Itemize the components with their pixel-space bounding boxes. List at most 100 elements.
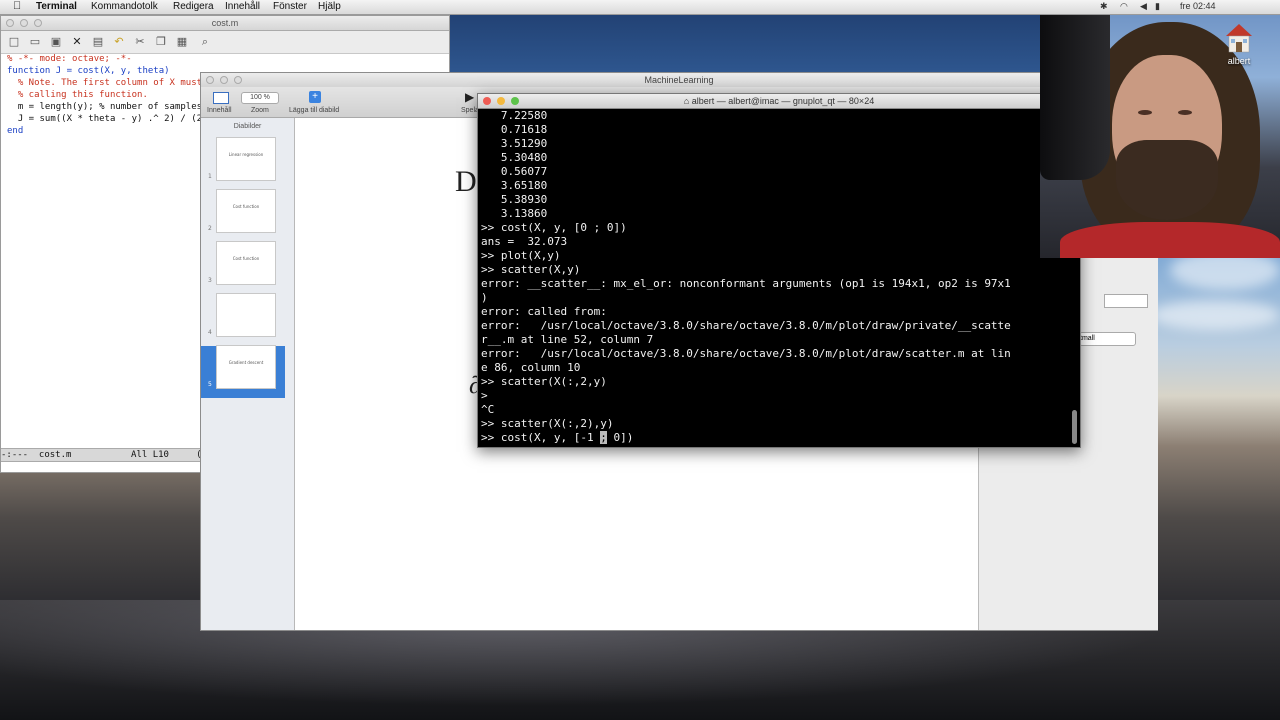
terminal-line: 0.71618 — [481, 123, 548, 136]
slide-thumbnail[interactable]: Linear regression — [216, 137, 276, 181]
view-label: Innehåll — [207, 107, 232, 114]
code-line: J = sum((X * theta - y) .^ 2) / (2 — [7, 114, 203, 124]
navigator-header: Diabilder — [233, 123, 262, 130]
terminal-line: > — [481, 389, 488, 402]
slide-partial-text: D — [455, 165, 477, 198]
terminal-window: ⌂ albert — albert@imac — gnuplot_qt — 80… — [477, 93, 1081, 448]
zoom-button[interactable] — [34, 19, 42, 27]
terminal-line: >> cost(X, y, [0 ; 0]) — [481, 221, 627, 234]
presenter-shirt — [1060, 222, 1280, 258]
terminal-line: 0.56077 — [481, 165, 548, 178]
save-as-icon[interactable]: ▤ — [91, 35, 105, 48]
zoom-select[interactable]: 100 % — [241, 92, 279, 104]
code-line: % calling this function. — [7, 90, 148, 100]
terminal-line: 7.22580 — [481, 109, 548, 122]
zoom-label: Zoom — [251, 107, 269, 114]
emacs-toolbar: □ ▭ ▣ ✕ ▤ ↶ ✂ ❐ ▦ ⌕ — [1, 31, 449, 54]
apple-menu-icon[interactable]:  — [13, 0, 21, 12]
menu-terminal[interactable]: Terminal — [36, 1, 77, 12]
slide-thumbnail[interactable]: Gradient descent — [216, 345, 276, 389]
terminal-line: error: /usr/local/octave/3.8.0/share/oct… — [481, 319, 1011, 332]
terminal-line: ^C — [481, 403, 495, 416]
wifi-icon[interactable]: ◠ — [1120, 1, 1128, 12]
terminal-scrollbar[interactable] — [1072, 410, 1077, 444]
battery-icon[interactable]: ▮ — [1155, 1, 1160, 12]
house-icon — [1224, 22, 1254, 54]
slide-number: 3 — [208, 277, 212, 284]
search-icon[interactable]: ⌕ — [198, 35, 212, 48]
terminal-titlebar: ⌂ albert — albert@imac — gnuplot_qt — 80… — [478, 94, 1080, 109]
presenter-eye — [1178, 110, 1192, 115]
wallpaper-cloud — [1150, 300, 1280, 330]
save-icon[interactable]: ▣ — [49, 35, 63, 48]
zoom-button[interactable] — [234, 76, 242, 84]
home-folder-label: albert — [1227, 56, 1251, 66]
view-icon[interactable] — [213, 92, 229, 104]
clock[interactable]: fre 02:44 — [1180, 1, 1216, 11]
menu-kommandotolk[interactable]: Kommandotolk — [91, 1, 158, 12]
minimize-button[interactable] — [20, 19, 28, 27]
home-icon: ⌂ — [683, 96, 692, 106]
terminal-line: error: called from: — [481, 305, 607, 318]
menu-hjalp[interactable]: Hjälp — [318, 1, 341, 12]
microphone — [1040, 0, 1110, 180]
close-button[interactable] — [483, 97, 491, 105]
minimize-button[interactable] — [497, 97, 505, 105]
slide-thumbnail[interactable] — [216, 293, 276, 337]
slide-number: 4 — [208, 329, 212, 336]
zoom-button[interactable] — [511, 97, 519, 105]
add-slide-label: Lägga till diabild — [289, 107, 340, 114]
code-line: end — [7, 126, 24, 136]
minimize-button[interactable] — [220, 76, 228, 84]
terminal-line: 3.65180 — [481, 179, 548, 192]
emacs-title: cost.m — [211, 18, 239, 28]
terminal-line: ans = 32.073 — [481, 235, 568, 248]
paste-icon[interactable]: ▦ — [175, 35, 189, 48]
slide-navigator: Diabilder Linear regression 1 Cost functio… — [201, 118, 295, 630]
terminal-line: error: /usr/local/octave/3.8.0/share/oct… — [481, 347, 1011, 360]
add-slide-icon[interactable]: + — [309, 91, 321, 103]
terminal-line: 3.13860 — [481, 207, 548, 220]
open-folder-icon[interactable]: ▭ — [28, 35, 42, 48]
cut-icon[interactable]: ✂ — [133, 35, 147, 48]
inspector-button[interactable]: tmall — [1079, 332, 1136, 346]
menu-innehall[interactable]: Innehåll — [225, 1, 260, 12]
keynote-titlebar: MachineLearning — [201, 73, 1157, 87]
home-folder[interactable]: albert — [1219, 22, 1259, 66]
menu-redigera[interactable]: Redigera — [173, 1, 214, 12]
menu-fonster[interactable]: Fönster — [273, 1, 307, 12]
terminal-line: >> plot(X,y) — [481, 249, 561, 262]
slide-thumbnail[interactable]: Cost function — [216, 189, 276, 233]
terminal-line: >> scatter(X(:,2,y) — [481, 375, 607, 388]
terminal-line: >> scatter(X(:,2),y) — [481, 417, 614, 430]
undo-icon[interactable]: ↶ — [112, 35, 126, 48]
close-buffer-icon[interactable]: ✕ — [70, 35, 84, 48]
terminal-line: ) — [481, 291, 488, 304]
slide-thumbnail[interactable]: Cost function — [216, 241, 276, 285]
presenter-beard — [1116, 140, 1218, 220]
slide-thumbnail-title: Linear regression — [228, 152, 264, 157]
play-icon[interactable]: ▶ — [465, 90, 474, 104]
close-button[interactable] — [206, 76, 214, 84]
volume-icon[interactable]: ◀ — [1140, 1, 1147, 12]
code-line: function J = cost(X, y, theta) — [7, 66, 170, 76]
code-line: % -*- mode: octave; -*- — [7, 54, 132, 64]
terminal-output[interactable]: 7.22580 0.71618 3.51290 5.30480 0.56077 … — [481, 109, 1011, 445]
presenter-eye — [1138, 110, 1152, 115]
close-button[interactable] — [6, 19, 14, 27]
code-line: m = length(y); % number of samples — [7, 102, 203, 112]
command-line[interactable]: >> cost(X, y, [-1 ; 0]) — [481, 431, 633, 444]
menu-bar:  Terminal Kommandotolk Redigera Innehål… — [0, 0, 1280, 15]
terminal-line: 3.51290 — [481, 137, 548, 150]
terminal-line: 5.30480 — [481, 151, 548, 164]
text-cursor: ; — [600, 431, 607, 444]
keynote-title: MachineLearning — [644, 75, 714, 85]
inspector-field[interactable] — [1104, 294, 1148, 308]
terminal-line: 5.38930 — [481, 193, 548, 206]
copy-icon[interactable]: ❐ — [154, 35, 168, 48]
bluetooth-icon[interactable]: ✱ — [1100, 1, 1108, 12]
terminal-line: >> scatter(X,y) — [481, 263, 581, 276]
emacs-buffer[interactable]: % -*- mode: octave; -*- function J = cost… — [7, 53, 202, 137]
new-file-icon[interactable]: □ — [7, 35, 21, 48]
terminal-title: albert — albert@imac — gnuplot_qt — 80×2… — [691, 96, 875, 106]
